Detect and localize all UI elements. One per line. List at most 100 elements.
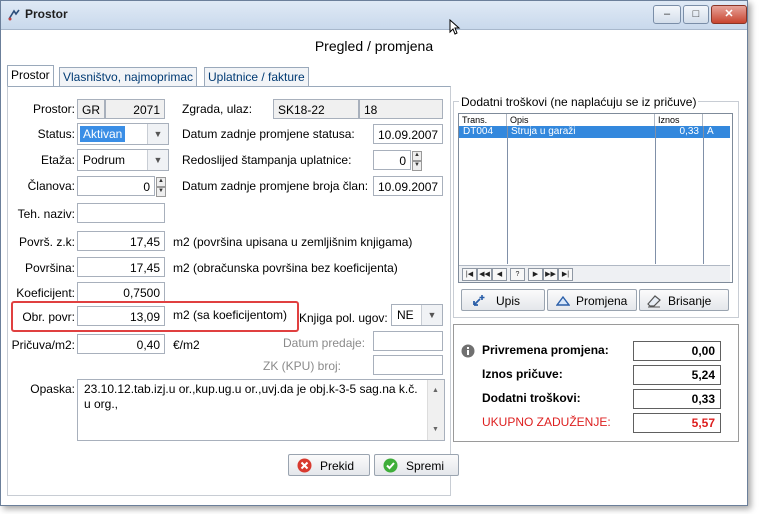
datum-predaje-field[interactable]	[373, 331, 443, 351]
privremena-label: Privremena promjena:	[482, 343, 609, 357]
arrow-down-icon[interactable]: ▼	[156, 187, 166, 197]
nav-prev-page-button[interactable]: ◀◀	[477, 268, 492, 281]
arrow-down-icon[interactable]: ▼	[412, 161, 422, 171]
knjiga-select[interactable]: NE ▼	[391, 304, 443, 326]
tab-prostor[interactable]: Prostor	[7, 65, 54, 86]
privremena-value: 0,00	[633, 341, 721, 361]
knjiga-label: Knjiga pol. ugov:	[299, 311, 388, 325]
row-opis: Struja u garaži	[511, 126, 576, 137]
povrsina-field[interactable]: 17,45	[77, 257, 165, 277]
promjena-button[interactable]: Promjena	[547, 289, 637, 311]
table-row[interactable]: DT004 Struja u garaži 0,33 A	[459, 126, 730, 138]
povrs-zk-field[interactable]: 17,45	[77, 231, 165, 251]
maximize-button[interactable]: □	[683, 5, 709, 24]
spremi-label: Spremi	[406, 459, 445, 473]
opaska-textarea[interactable]: 23.10.12.tab.izj.u or.,kup.ug.u or.,uvj.…	[77, 379, 445, 441]
knjiga-value: NE	[397, 308, 414, 322]
ukupno-value: 5,57	[633, 413, 721, 433]
koeficijent-label: Koeficijent:	[16, 286, 75, 300]
zk-broj-field[interactable]	[373, 355, 443, 375]
prekid-button[interactable]: Prekid	[288, 454, 370, 476]
cancel-icon	[297, 458, 312, 473]
etaza-select[interactable]: Podrum ▼	[77, 149, 169, 171]
triangle-up-icon	[556, 295, 570, 306]
tab-uplatnice[interactable]: Uplatnice / fakture	[204, 67, 309, 86]
status-label: Status:	[37, 127, 75, 141]
chevron-down-icon[interactable]: ▼	[421, 305, 442, 325]
datum-predaje-label: Datum predaje:	[283, 336, 366, 350]
clanova-stepper[interactable]: ▲ ▼	[156, 177, 166, 197]
scroll-up-icon[interactable]: ▲	[432, 383, 439, 398]
povrsina-note: m2 (obračunska površina bez koeficijenta…	[173, 261, 398, 275]
povrs-zk-label: Površ. z.k:	[18, 235, 75, 249]
obr-povr-label: Obr. povr:	[22, 310, 75, 324]
status-value: Aktivan	[80, 126, 126, 142]
koeficijent-field[interactable]: 0,7500	[77, 282, 165, 302]
dodatni-troskovi-value: 0,33	[633, 389, 721, 409]
window: Prostor – □ ✕ Pregled / promjena Prostor…	[0, 0, 748, 506]
pricuva-label: Pričuva/m2:	[11, 338, 75, 352]
brisanje-button[interactable]: Brisanje	[639, 289, 729, 311]
teh-naziv-label: Teh. naziv:	[17, 207, 75, 221]
zk-broj-label: ZK (KPU) broj:	[263, 359, 342, 373]
eraser-icon	[647, 295, 661, 308]
nav-goto-button[interactable]: ?	[510, 268, 525, 281]
redoslijed-label: Redoslijed štampanja uplatnice:	[182, 153, 352, 167]
minimize-button[interactable]: –	[653, 5, 681, 24]
nav-last-button[interactable]: ▶|	[558, 268, 573, 281]
checkmark-icon	[383, 458, 398, 473]
prekid-label: Prekid	[320, 459, 355, 473]
dodatni-troskovi-label: Dodatni troškovi:	[482, 391, 581, 405]
upis-label: Upis	[496, 294, 521, 308]
form-title: Pregled / promjena	[314, 38, 434, 54]
arrow-up-icon[interactable]: ▲	[156, 177, 166, 187]
datum-clan-field[interactable]: 10.09.2007	[373, 176, 443, 196]
obr-povr-field[interactable]: 13,09	[77, 306, 165, 326]
etaza-value: Podrum	[83, 153, 126, 167]
window-title: Prostor	[25, 7, 68, 21]
nav-prev-button[interactable]: ◀	[492, 268, 507, 281]
dodatni-troskovi-grid: Trans. Opis Iznos DT004 Struja u garaži …	[458, 113, 733, 283]
dodatni-troskovi-title: Dodatni troškovi (ne naplaćuju se iz pri…	[459, 95, 699, 109]
row-trans: DT004	[463, 126, 494, 137]
grid-header-iznos: Iznos	[655, 114, 703, 126]
povrsina-label: Površina:	[24, 261, 75, 275]
add-icon	[473, 295, 485, 306]
nav-next-button[interactable]: ▶	[528, 268, 543, 281]
redoslijed-stepper[interactable]: ▲ ▼	[412, 151, 422, 171]
pricuva-note: €/m2	[173, 338, 200, 352]
chevron-down-icon[interactable]: ▼	[147, 124, 168, 144]
upis-button[interactable]: Upis	[461, 289, 545, 311]
datum-status-field[interactable]: 10.09.2007	[373, 124, 443, 144]
nav-next-page-button[interactable]: ▶▶	[543, 268, 558, 281]
info-icon	[461, 344, 475, 358]
clanova-label: Članova:	[27, 179, 75, 193]
chevron-down-icon[interactable]: ▼	[147, 150, 168, 170]
title-bar: Prostor – □ ✕	[1, 1, 747, 30]
prostor-number-field: 2071	[105, 99, 165, 119]
etaza-label: Etaža:	[40, 153, 75, 167]
grid-navigator: |◀ ◀◀ ◀ ? ▶ ▶▶ ▶|	[459, 265, 730, 282]
scroll-down-icon[interactable]: ▼	[432, 422, 439, 437]
arrow-up-icon[interactable]: ▲	[412, 151, 422, 161]
spremi-button[interactable]: Spremi	[374, 454, 459, 476]
status-select[interactable]: Aktivan ▼	[77, 123, 169, 145]
redoslijed-field[interactable]: 0	[373, 150, 411, 170]
iznos-pricuve-label: Iznos pričuve:	[482, 367, 563, 381]
zgrada-label: Zgrada, ulaz:	[182, 102, 253, 116]
grid-header-opis: Opis	[507, 114, 655, 126]
teh-naziv-field[interactable]	[77, 203, 165, 223]
row-flag: A	[707, 126, 714, 137]
close-button[interactable]: ✕	[711, 5, 747, 24]
nav-first-button[interactable]: |◀	[462, 268, 477, 281]
pricuva-field[interactable]: 0,40	[77, 334, 165, 354]
datum-clan-label: Datum zadnje promjene broja član:	[182, 179, 369, 193]
clanova-field[interactable]: 0	[77, 176, 155, 196]
zgrada-number-field: 18	[359, 99, 443, 119]
app-icon	[8, 9, 20, 21]
opaska-label: Opaska:	[30, 382, 75, 396]
row-iznos: 0,33	[679, 126, 699, 137]
opaska-scrollbar[interactable]: ▲ ▼	[427, 380, 444, 440]
mouse-cursor-icon	[449, 19, 461, 35]
tab-vlasnistvo[interactable]: Vlasništvo, najmoprimac	[59, 67, 198, 86]
